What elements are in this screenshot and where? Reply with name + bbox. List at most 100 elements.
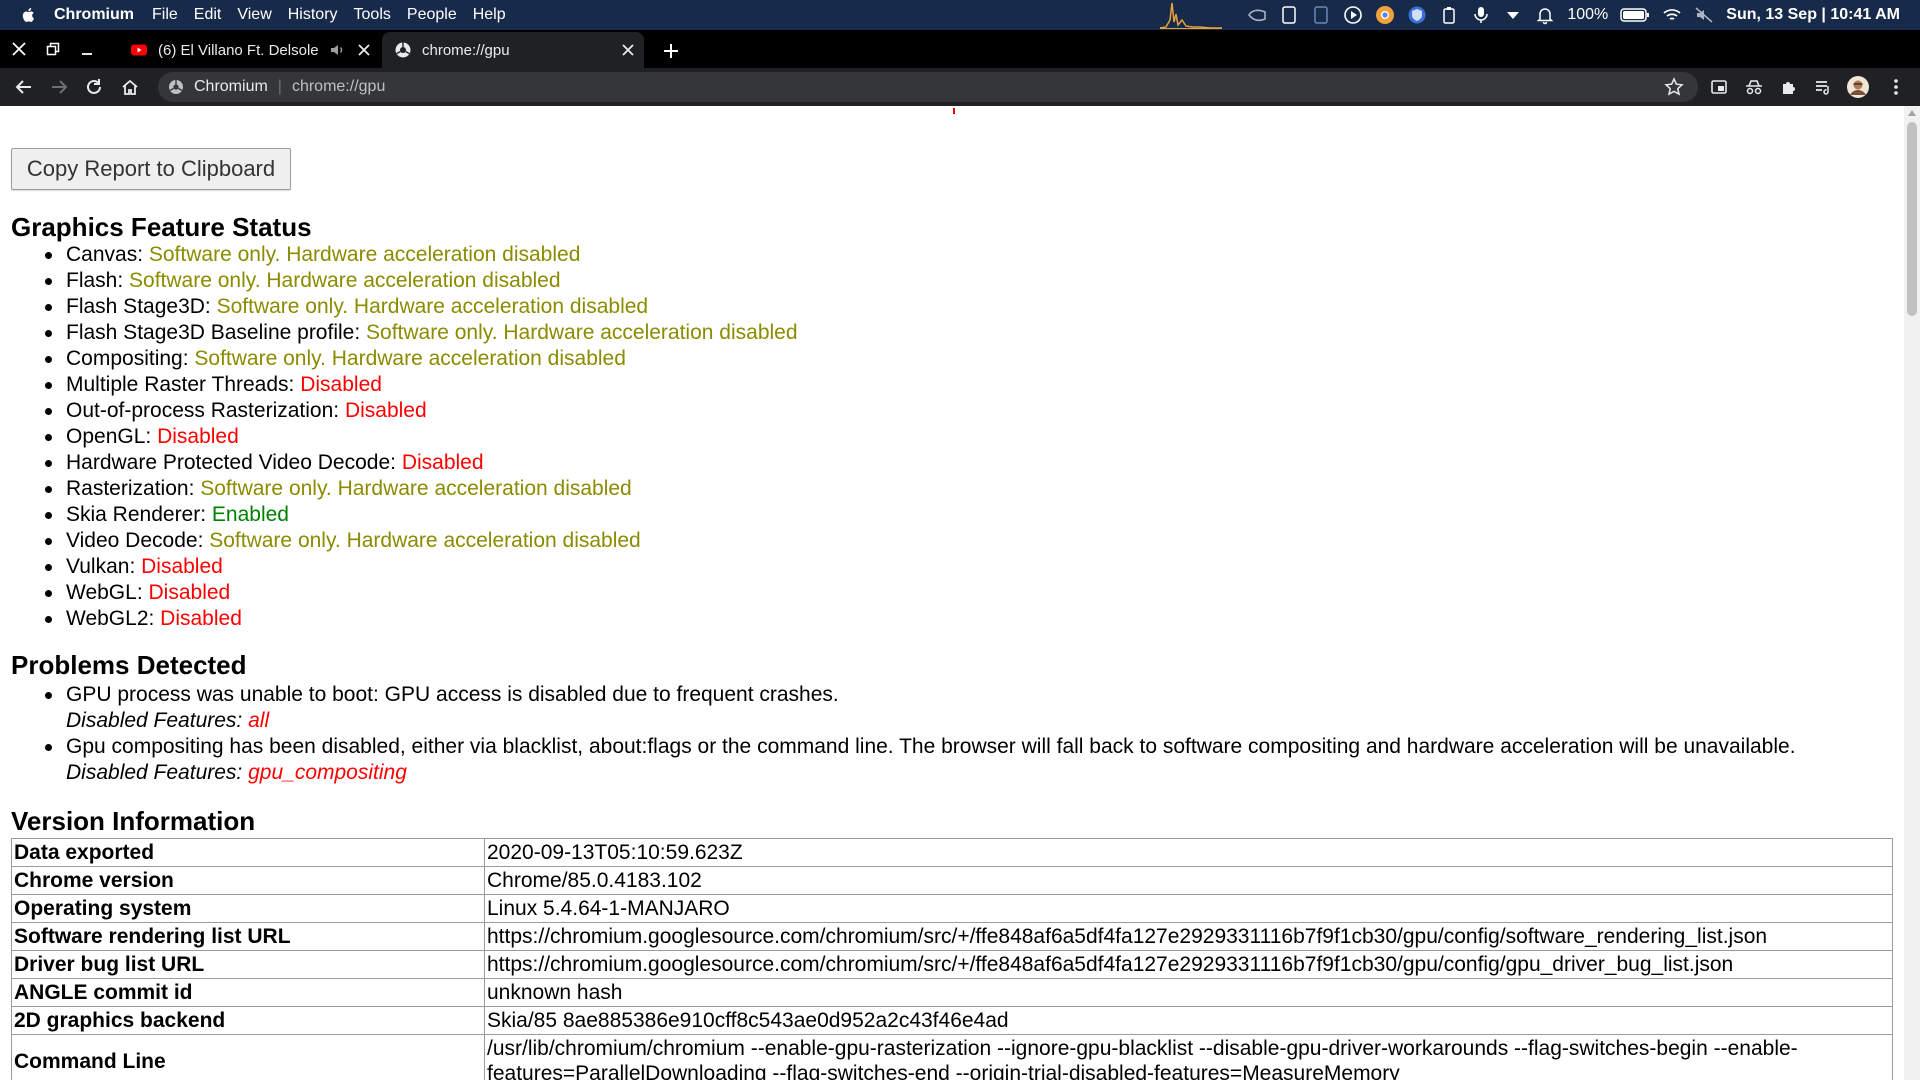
feature-status-value: Software only. Hardware acceleration dis… bbox=[209, 529, 641, 552]
media-controls-button[interactable] bbox=[1811, 75, 1835, 99]
feature-status-item: Flash Stage3D: Software only. Hardware a… bbox=[0, 294, 1900, 320]
menu-history[interactable]: History bbox=[288, 6, 338, 24]
feature-status-value: Disabled bbox=[401, 451, 484, 474]
table-row: Chrome version Chrome/85.0.4183.102 bbox=[11, 866, 1893, 895]
menu-bar: Chromium File Edit View History Tools Pe… bbox=[0, 0, 1920, 30]
version-value: unknown hash bbox=[484, 978, 1893, 1007]
menu-help[interactable]: Help bbox=[473, 6, 506, 24]
nvidia-icon[interactable] bbox=[1247, 5, 1267, 25]
feature-separator: : bbox=[197, 529, 210, 552]
battery-icon[interactable] bbox=[1620, 5, 1650, 25]
scroll-up-arrow-icon[interactable] bbox=[1908, 110, 1916, 116]
tab-close-button[interactable] bbox=[354, 40, 374, 60]
feature-name: Rasterization bbox=[66, 477, 189, 500]
close-icon bbox=[622, 44, 634, 56]
feature-status-item: Rasterization: Software only. Hardware a… bbox=[0, 476, 1900, 502]
address-bar[interactable]: Chromium | chrome://gpu bbox=[158, 72, 1698, 102]
page-content: Copy Report to Clipboard Graphics Featur… bbox=[0, 106, 1904, 1080]
chromium-site-icon[interactable] bbox=[168, 79, 184, 95]
home-icon bbox=[122, 79, 138, 95]
arrow-right-icon bbox=[52, 80, 68, 94]
app-name-menu[interactable]: Chromium bbox=[54, 6, 134, 24]
forward-button[interactable] bbox=[47, 75, 71, 99]
version-key: Driver bug list URL bbox=[11, 950, 485, 979]
menu-file[interactable]: File bbox=[152, 6, 178, 24]
tab-youtube[interactable]: (6) El Villano Ft. Delsole bbox=[118, 32, 380, 68]
menu-tools[interactable]: Tools bbox=[354, 6, 391, 24]
apple-icon[interactable] bbox=[20, 6, 38, 24]
reload-button[interactable] bbox=[82, 75, 106, 99]
problem-description: GPU process was unable to boot: GPU acce… bbox=[66, 683, 839, 706]
chromium-tray-icon[interactable] bbox=[1375, 5, 1395, 25]
window-close-button[interactable] bbox=[4, 34, 34, 64]
tab-strip: (6) El Villano Ft. Delsole chrome://gpu bbox=[0, 30, 1920, 68]
window-minimize-button[interactable] bbox=[72, 34, 102, 64]
scroll-thumb[interactable] bbox=[1907, 122, 1917, 316]
omnibox-separator: | bbox=[277, 78, 282, 95]
feature-status-item: WebGL2: Disabled bbox=[0, 606, 1900, 632]
feature-status-item: Out-of-process Rasterization: Disabled bbox=[0, 398, 1900, 424]
version-value: Skia/85 8ae885386e910cff8c543ae0d952a2c4… bbox=[484, 1006, 1893, 1035]
notification-bell-icon[interactable] bbox=[1535, 5, 1555, 25]
copy-report-button[interactable]: Copy Report to Clipboard bbox=[11, 148, 291, 190]
clock-datetime[interactable]: Sun, 13 Sep | 10:41 AM bbox=[1726, 6, 1900, 24]
feature-status-value: Software only. Hardware acceleration dis… bbox=[200, 477, 632, 500]
cast-extension-button[interactable] bbox=[1707, 75, 1731, 99]
workspace-2-icon[interactable] bbox=[1311, 5, 1331, 25]
tab-gpu[interactable]: chrome://gpu bbox=[382, 32, 644, 68]
incognito-extension-button[interactable] bbox=[1742, 75, 1766, 99]
browser-menu-button[interactable] bbox=[1884, 75, 1908, 99]
media-play-icon[interactable] bbox=[1343, 5, 1363, 25]
close-icon bbox=[358, 44, 370, 56]
volume-muted-icon[interactable] bbox=[1694, 5, 1714, 25]
feature-name: Hardware Protected Video Decode bbox=[66, 451, 391, 474]
feature-name: Multiple Raster Threads bbox=[66, 373, 289, 396]
avatar bbox=[1847, 76, 1869, 98]
feature-status-value: Software only. Hardware acceleration dis… bbox=[216, 295, 649, 318]
page-scrollbar[interactable] bbox=[1904, 106, 1920, 1080]
microphone-icon[interactable] bbox=[1471, 5, 1491, 25]
feature-separator: : bbox=[182, 347, 195, 370]
feature-status-value: Disabled bbox=[160, 607, 242, 630]
version-value: Linux 5.4.64-1-MANJARO bbox=[484, 894, 1893, 923]
feature-status-item: Flash: Software only. Hardware accelerat… bbox=[0, 268, 1900, 294]
workspace-1-icon[interactable] bbox=[1279, 5, 1299, 25]
version-table: Data exported 2020-09-13T05:10:59.623Z Chr… bbox=[11, 838, 1893, 1080]
extensions-button[interactable] bbox=[1777, 75, 1801, 99]
feature-name: Flash bbox=[66, 269, 118, 292]
status-tray: 100% Sun, 13 Sep | 10:41 AM bbox=[1247, 0, 1900, 30]
bookmark-star-icon[interactable] bbox=[1664, 77, 1684, 97]
menu-edit[interactable]: Edit bbox=[194, 6, 222, 24]
audio-playing-icon[interactable] bbox=[328, 41, 346, 59]
version-key: Command Line bbox=[11, 1034, 485, 1080]
feature-separator: : bbox=[145, 425, 158, 448]
menu-people[interactable]: People bbox=[407, 6, 457, 24]
battery-percent: 100% bbox=[1567, 6, 1609, 23]
feature-status-value: Software only. Hardware acceleration dis… bbox=[129, 269, 561, 292]
problem-item: GPU process was unable to boot: GPU acce… bbox=[0, 682, 1900, 734]
close-icon bbox=[12, 42, 26, 56]
clipboard-icon[interactable] bbox=[1439, 5, 1459, 25]
table-row: Operating system Linux 5.4.64-1-MANJARO bbox=[11, 894, 1893, 923]
feature-separator: : bbox=[390, 451, 402, 474]
feature-status-value: Software only. Hardware acceleration dis… bbox=[148, 243, 581, 266]
wifi-icon[interactable] bbox=[1662, 5, 1682, 25]
profile-avatar-button[interactable] bbox=[1846, 75, 1870, 99]
cpu-graph-widget[interactable] bbox=[1160, 0, 1222, 30]
menu-view[interactable]: View bbox=[237, 6, 271, 24]
feature-status-list: Canvas: Software only. Hardware accelera… bbox=[0, 242, 1900, 632]
feature-name: OpenGL bbox=[66, 425, 146, 448]
dropdown-arrow-icon[interactable] bbox=[1503, 5, 1523, 25]
window-restore-button[interactable] bbox=[38, 34, 68, 64]
tab-title: chrome://gpu bbox=[422, 41, 510, 59]
tab-close-button[interactable] bbox=[618, 40, 638, 60]
table-row: Driver bug list URL https://chromium.goog… bbox=[11, 950, 1893, 979]
feature-status-item: Flash Stage3D Baseline profile: Software… bbox=[0, 320, 1900, 346]
new-tab-button[interactable] bbox=[658, 38, 684, 64]
home-button[interactable] bbox=[118, 75, 142, 99]
feature-status-item: Compositing: Software only. Hardware acc… bbox=[0, 346, 1900, 372]
back-button[interactable] bbox=[12, 75, 36, 99]
vpn-shield-icon[interactable] bbox=[1407, 5, 1427, 25]
omnibox-url[interactable]: chrome://gpu bbox=[292, 78, 385, 96]
feature-status-item: Vulkan: Disabled bbox=[0, 554, 1900, 580]
